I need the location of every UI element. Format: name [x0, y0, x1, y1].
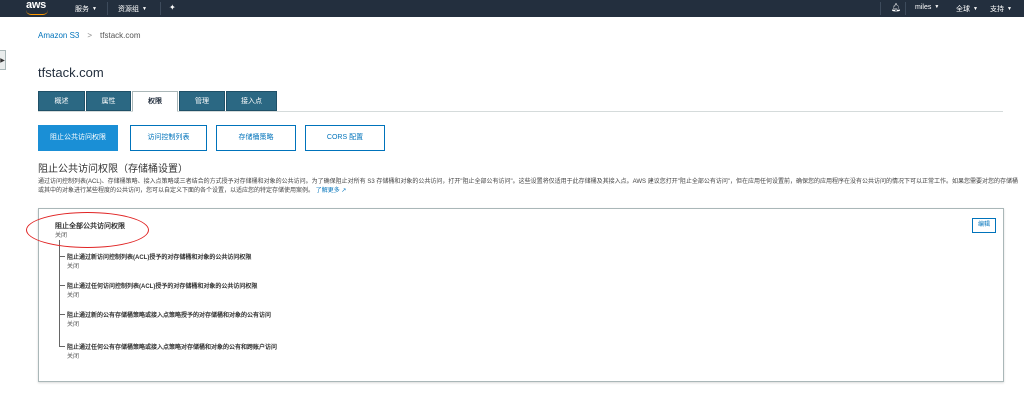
chevron-down-icon: ▼ [92, 6, 97, 13]
tab-overview[interactable]: 概述 [38, 91, 85, 111]
chevron-right-icon: ▶ [0, 57, 5, 64]
tab-bar: 概述 属性 权限 管理 接入点 [38, 91, 1003, 112]
setting-item-title: 阻止通过新的公有存储桶策略或接入点策略授予的对存储桶和对象的公有访问 [67, 313, 272, 319]
setting-item-status: 关闭 [67, 293, 80, 299]
chevron-down-icon: ▼ [142, 6, 147, 13]
nav-divider [880, 2, 881, 15]
resource-groups-label: 资源组 [118, 6, 139, 13]
section-description: 通过访问控制列表(ACL)、存储桶策略、接入点策略或三者结合的方式授予对存储桶和… [38, 178, 1018, 196]
aws-smile-mark [26, 10, 48, 15]
tab-access-points[interactable]: 接入点 [226, 91, 277, 111]
tree-branch [59, 314, 65, 315]
tree-branch [59, 346, 65, 347]
tab-properties[interactable]: 属性 [86, 91, 131, 111]
section-title: 阻止公共访问权限（存储桶设置） [38, 164, 188, 175]
setting-item-status: 关闭 [67, 354, 80, 360]
setting-item-status: 关闭 [67, 264, 80, 270]
tree-branch [59, 285, 65, 286]
bucket-policy-button[interactable]: 存储桶策略 [216, 125, 296, 151]
edit-button[interactable]: 编辑 [972, 218, 996, 233]
learn-more-link[interactable]: 了解更多 ↗ [316, 188, 347, 194]
setting-item-title: 阻止通过任何访问控制列表(ACL)授予的对存储桶和对象的公共访问权限 [67, 284, 258, 290]
chevron-down-icon: ▼ [973, 6, 978, 13]
support-label: 支持 [990, 6, 1004, 13]
block-public-access-panel: 阻止全部公共访问权限 关闭 编辑 阻止通过新访问控制列表(ACL)授予的对存储桶… [38, 208, 1004, 382]
page-title: tfstack.com [38, 65, 104, 80]
resource-groups-menu[interactable]: 资源组 ▼ [118, 4, 147, 14]
access-control-list-button[interactable]: 访问控制列表 [130, 125, 207, 151]
breadcrumb-separator: > [87, 31, 93, 40]
chevron-down-icon: ▼ [1007, 6, 1012, 13]
nav-divider [905, 2, 906, 15]
bell-icon[interactable]: 🔔︎ [891, 3, 901, 12]
services-menu[interactable]: 服务 ▼ [75, 4, 97, 14]
tree-branch [59, 256, 65, 257]
breadcrumb-current: tfstack.com [100, 31, 141, 40]
learn-more-label: 了解更多 [315, 188, 340, 194]
chevron-down-icon: ▼ [934, 4, 940, 11]
description-text: 通过访问控制列表(ACL)、存储桶策略、接入点策略或三者结合的方式授予对存储桶和… [38, 179, 1018, 194]
aws-logo[interactable]: aws [24, 0, 54, 17]
breadcrumb: Amazon S3 > tfstack.com [38, 31, 140, 40]
setting-item-title: 阻止通过新访问控制列表(ACL)授予的对存储桶和对象的公共访问权限 [67, 255, 252, 261]
setting-item-title: 阻止通过任何公有存储桶策略或接入点策略对存储桶和对象的公有和跨账户访问 [67, 345, 278, 351]
top-navigation-bar: aws 服务 ▼ 资源组 ▼ ✦ 🔔︎ miles ▼ 全球 ▼ 支持 ▼ [0, 0, 1024, 17]
setting-item-status: 关闭 [67, 322, 80, 328]
nav-divider [107, 2, 108, 15]
annotation-ellipse [26, 212, 149, 248]
tab-permissions[interactable]: 权限 [132, 91, 178, 112]
pin-icon[interactable]: ✦ [169, 3, 176, 12]
support-menu[interactable]: 支持 ▼ [990, 4, 1012, 14]
block-public-access-button[interactable]: 阻止公共访问权限 [38, 125, 118, 151]
user-name: miles [915, 4, 932, 11]
user-menu[interactable]: miles ▼ [915, 4, 939, 11]
region-label: 全球 [956, 6, 970, 13]
sidebar-toggle[interactable]: ▶ [0, 50, 6, 70]
nav-divider [160, 2, 161, 15]
region-menu[interactable]: 全球 ▼ [956, 4, 978, 14]
tab-management[interactable]: 管理 [179, 91, 225, 111]
services-label: 服务 [75, 6, 89, 13]
external-link-icon: ↗ [341, 188, 347, 194]
cors-configuration-button[interactable]: CORS 配置 [305, 125, 385, 151]
breadcrumb-s3-link[interactable]: Amazon S3 [38, 31, 79, 40]
